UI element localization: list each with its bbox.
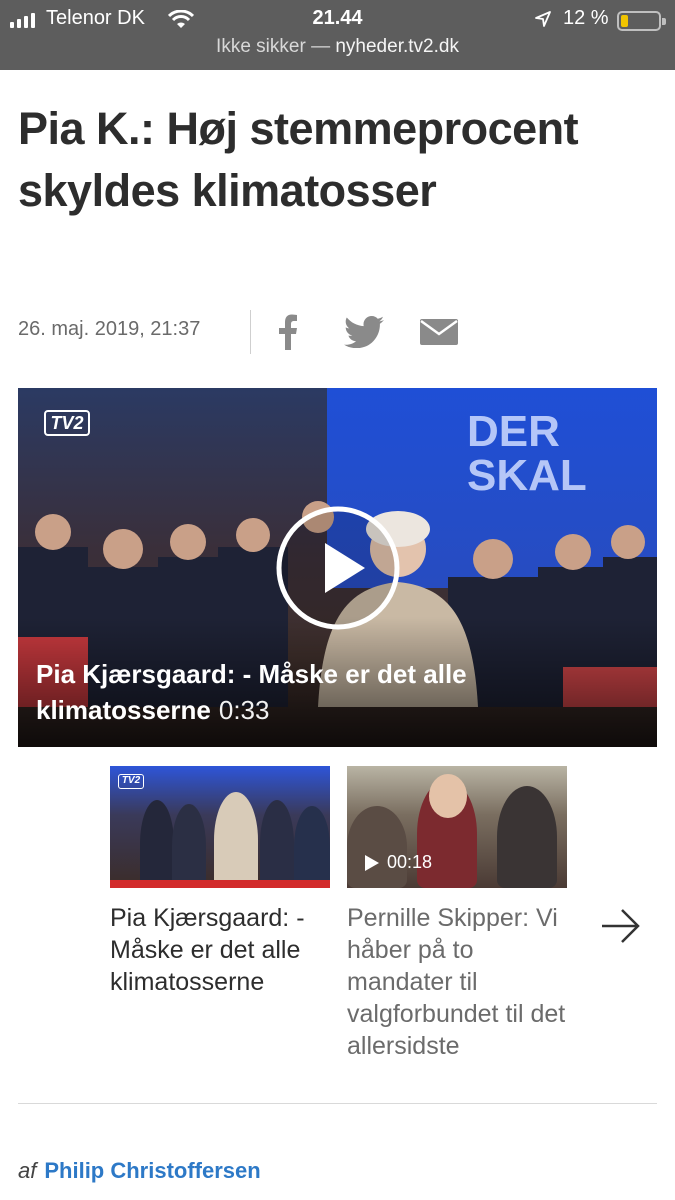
video-duration: 0:33 (218, 695, 270, 725)
tv2-logo: TV2 (118, 774, 144, 789)
security-label: Ikke sikker — (216, 36, 331, 57)
related-video-duration: 00:18 (387, 852, 433, 872)
twitter-icon (344, 316, 384, 348)
related-video-title: Pernille Skipper: Vi håber på to mandate… (347, 904, 566, 1060)
play-icon (365, 854, 379, 871)
video-caption: Pia Kjærsgaard: - Måske er det alle klim… (36, 656, 636, 728)
play-icon[interactable] (275, 505, 401, 631)
facebook-share-button[interactable] (272, 312, 304, 352)
location-arrow-icon (535, 11, 551, 27)
url-domain: nyheder.tv2.dk (335, 36, 459, 57)
selected-indicator (110, 880, 330, 888)
section-divider (18, 1103, 657, 1104)
related-video-card[interactable]: TV2 Pia Kjærsgaard: - Måske er det alle … (110, 766, 330, 998)
battery-percent: 12 % (563, 7, 609, 29)
related-video-card[interactable]: 00:18 Pernille Skipper: Vi håber på to m… (347, 766, 567, 1062)
related-video-thumbnail: 00:18 (347, 766, 567, 888)
status-bar: Telenor DK 21.44 12 % Ikke sikker — nyhe… (0, 0, 675, 70)
arrow-right-icon[interactable] (600, 905, 642, 947)
related-video-thumbnail: TV2 (110, 766, 330, 888)
mail-share-button[interactable] (418, 312, 460, 352)
facebook-icon (279, 314, 297, 350)
author-link[interactable]: Philip Christoffersen (44, 1158, 260, 1183)
battery-icon (617, 11, 666, 31)
video-player[interactable]: DER SKAL TV2 Pia Kjærsgaard: - Måske er … (18, 388, 657, 747)
backdrop-text: DER SKAL (467, 407, 587, 500)
mail-icon (420, 319, 458, 345)
url-bar[interactable]: Ikke sikker — nyheder.tv2.dk (0, 36, 675, 58)
related-video-title: Pia Kjærsgaard: - Måske er det alle klim… (110, 904, 305, 996)
play-duration-badge: 00:18 (365, 852, 432, 873)
byline: af Philip Christoffersen (18, 1158, 261, 1184)
publish-date: 26. maj. 2019, 21:37 (18, 318, 201, 340)
article-headline: Pia K.: Høj stemmeprocent skyldes klimat… (18, 103, 579, 216)
tv2-logo: TV2 (44, 410, 90, 436)
byline-prefix: af (18, 1158, 37, 1183)
meta-divider (250, 310, 251, 354)
twitter-share-button[interactable] (342, 312, 386, 352)
